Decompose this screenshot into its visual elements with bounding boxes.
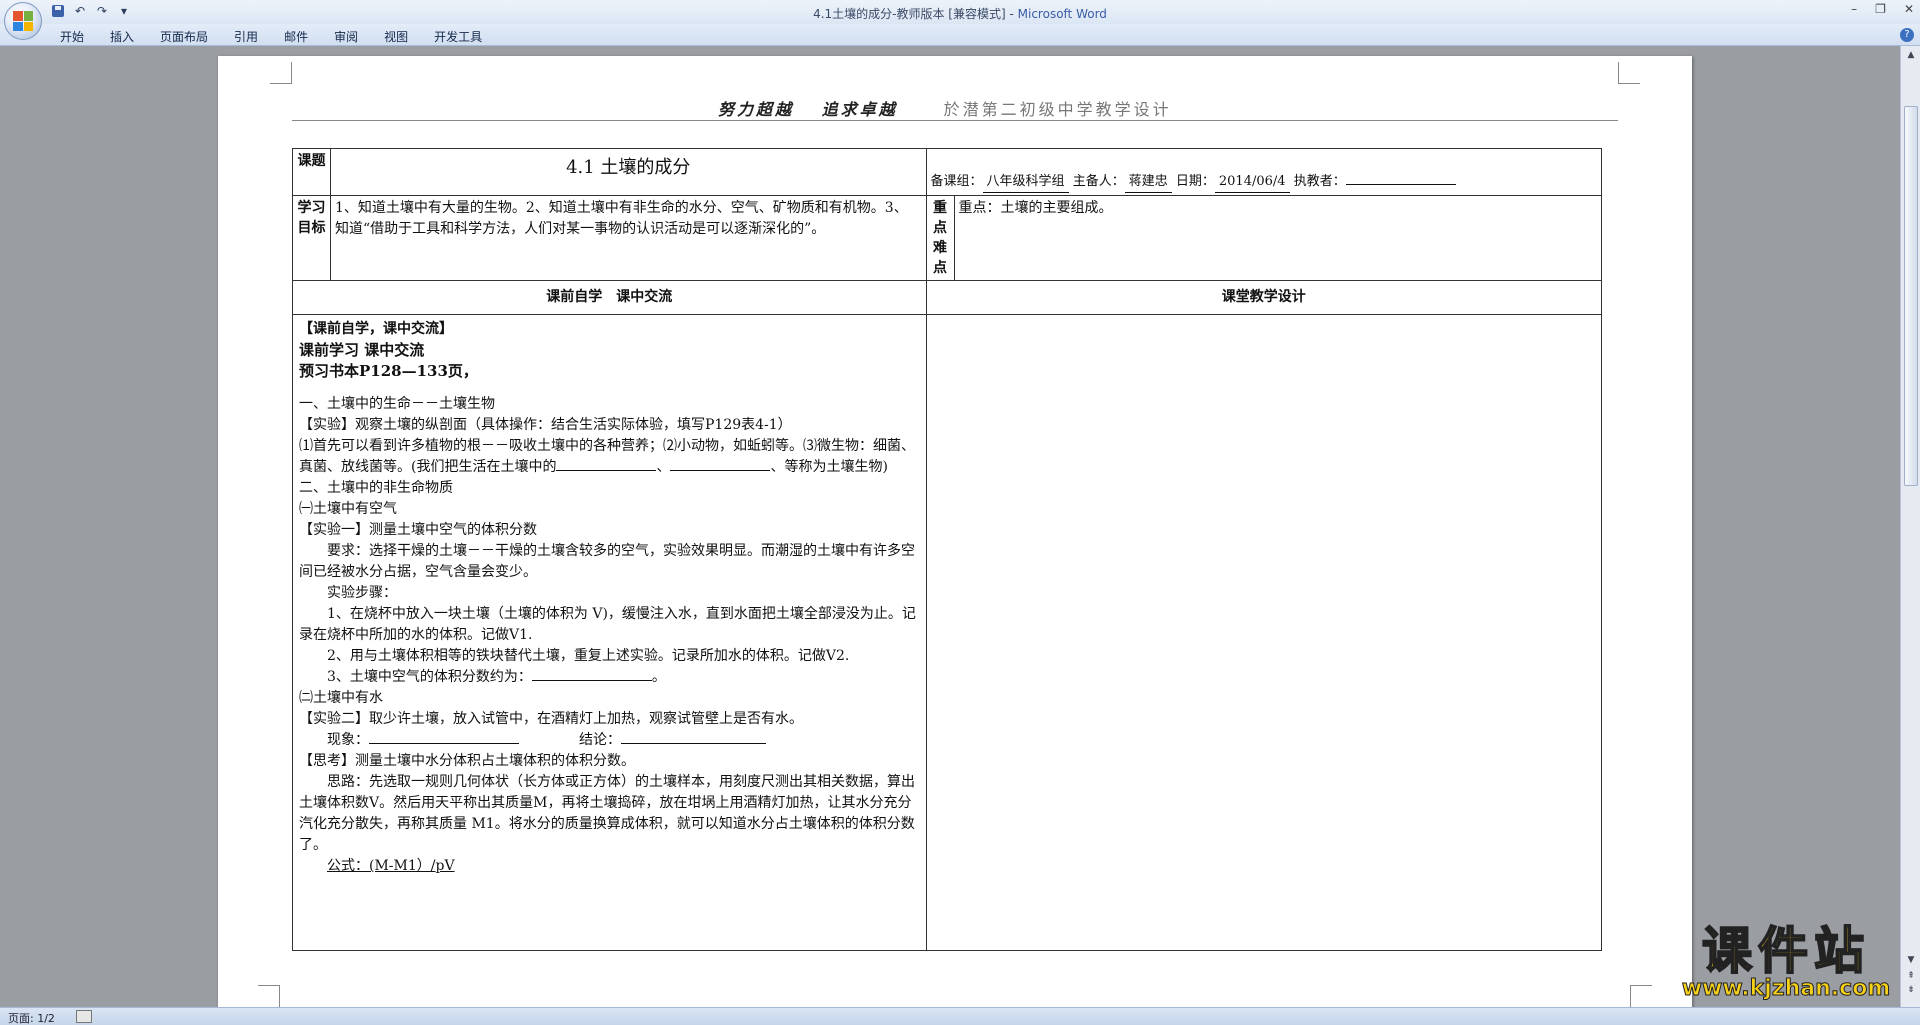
window-controls: – ❐ ✕	[1851, 2, 1914, 16]
goals-label: 学习目标	[292, 195, 331, 281]
left-column-content: 【课前自学，课中交流】 课前学习 课中交流 预习书本P128—133页， 一、土…	[292, 314, 927, 951]
tab-view[interactable]: 视图	[384, 28, 408, 45]
content-segment: 、	[656, 459, 671, 475]
right-column-heading: 课堂教学设计	[925, 280, 1603, 315]
close-button[interactable]: ✕	[1904, 2, 1914, 16]
page-count[interactable]: 页面: 1/2	[8, 1010, 55, 1025]
teacher-value	[1345, 184, 1456, 185]
title-bar: ↶ ↷ ▾ 4.1土壤的成分-教师版本 [兼容模式] - Microsoft W…	[0, 0, 1920, 24]
goals-text: 1、知道土壤中有大量的生物。2、知道土壤中有非生命的水分、空气、矿物质和有机物。…	[329, 195, 927, 281]
lesson-plan-table: 课题 4.1 土壤的成分 备课组： 八年级科学组 主备人： 蒋建忠 日期： 2014/…	[292, 148, 1603, 951]
content-line: ⑴首先可以看到许多植物的根－－吸收土壤中的各种营养；⑵小动物，如蚯蚓等。⑶微生物…	[299, 436, 920, 478]
key-label: 重点难点	[925, 195, 955, 281]
watermark-url: www.kjzhan.com	[1681, 976, 1891, 1001]
crop-mark	[270, 62, 292, 84]
document-title: 4.1土壤的成分-教师版本 [兼容模式] -	[813, 7, 1018, 21]
tab-mailings[interactable]: 邮件	[284, 28, 308, 45]
table-row: 【课前自学，课中交流】 课前学习 课中交流 预习书本P128—133页， 一、土…	[292, 314, 1603, 951]
tab-review[interactable]: 审阅	[334, 28, 358, 45]
content-line: 3、土壤中空气的体积分数约为： 。	[299, 667, 920, 688]
content-line: 【实验二】取少许土壤，放入试管中，在酒精灯上加热，观察试管壁上是否有水。	[299, 711, 803, 727]
topic-label: 课题	[292, 148, 331, 196]
lesson-title: 4.1 土壤的成分	[329, 148, 927, 196]
content-line: 实验步骤：	[327, 585, 397, 601]
left-column-heading: 课前自学 课中交流	[292, 280, 927, 315]
content-line: ㈠土壤中有空气	[299, 501, 397, 517]
crop-mark	[1618, 62, 1640, 84]
scroll-thumb[interactable]	[1904, 106, 1918, 486]
ribbon-tabs: 开始 插入 页面布局 引用 邮件 审阅 视图 开发工具	[60, 28, 482, 45]
page-header: 努力超越 追求卓越 於潜第二初级中学教学设计	[718, 96, 1172, 120]
date-label: 日期：	[1175, 174, 1215, 189]
table-row: 课题 4.1 土壤的成分 备课组： 八年级科学组 主备人： 蒋建忠 日期： 2014/…	[292, 148, 1603, 196]
content-line: 【实验】观察土壤的纵剖面（具体操作：结合生活实际体验，填写P129表4-1）	[299, 417, 792, 433]
header-motto: 努力超越 追求卓越	[718, 100, 898, 119]
tab-developer[interactable]: 开发工具	[434, 28, 482, 45]
tab-home[interactable]: 开始	[60, 28, 84, 45]
tab-insert[interactable]: 插入	[110, 28, 134, 45]
content-line: 思路：先选取一规则几何体状（长方体或正方体）的土壤样本，用刻度尺测出其相关数据，…	[299, 774, 915, 853]
content-line: 【思考】测量土壤中水分体积占土壤体积的体积分数。	[299, 753, 635, 769]
status-bar: 页面: 1/2	[0, 1007, 1920, 1025]
content-line: 预习书本P128—133页，	[299, 362, 478, 380]
app-name: Microsoft Word	[1017, 7, 1107, 21]
table-row: 课前自学 课中交流 课堂教学设计	[292, 280, 1603, 315]
prep-group-value: 八年级科学组	[982, 171, 1069, 193]
content-line: 2、用与土壤体积相等的铁块替代土壤，重复上述实验。记录所加水的体积。记做V2.	[327, 648, 850, 664]
content-segment: 3、土壤中空气的体积分数约为：	[327, 669, 532, 685]
window-title: 4.1土壤的成分-教师版本 [兼容模式] - Microsoft Word	[0, 5, 1920, 22]
content-line: 公式：(M-M1）/pV	[327, 858, 455, 874]
fill-blank	[556, 470, 657, 471]
content-segment: 现象：	[327, 732, 369, 748]
document-page: 努力超越 追求卓越 於潜第二初级中学教学设计 课题 4.1 土壤的成分 备课组：八…	[218, 56, 1692, 1007]
tab-references[interactable]: 引用	[234, 28, 258, 45]
header-school: 於潜第二初级中学教学设计	[943, 100, 1172, 119]
content-line: 【实验一】测量土壤中空气的体积分数	[299, 522, 537, 538]
right-column-content[interactable]	[925, 314, 1603, 951]
proofing-icon[interactable]	[76, 1010, 92, 1023]
content-segment: 、等称为土壤生物)	[770, 459, 888, 475]
lead-label: 主备人：	[1072, 174, 1125, 189]
content-line: 要求：选择干燥的土壤－－干燥的土壤含较多的空气，实验效果明显。而潮湿的土壤中有许…	[299, 543, 915, 580]
fill-blank	[670, 470, 771, 471]
previous-page-icon[interactable]: ⇞	[1905, 971, 1917, 983]
ribbon: 开始 插入 页面布局 引用 邮件 审阅 视图 开发工具 ?	[0, 24, 1920, 46]
teacher-label: 执教者：	[1293, 174, 1346, 189]
tab-page-layout[interactable]: 页面布局	[160, 28, 208, 45]
table-row: 学习目标 1、知道土壤中有大量的生物。2、知道土壤中有非生命的水分、空气、矿物质…	[292, 195, 1603, 281]
content-line: 【课前自学，课中交流】	[299, 321, 453, 337]
scroll-down-icon[interactable]: ▼	[1905, 955, 1917, 967]
date-value: 2014/06/4	[1214, 171, 1290, 193]
vertical-scrollbar[interactable]: ▲ ▼ ⇞ ⇟	[1900, 46, 1920, 1007]
prep-group-label: 备课组：	[930, 174, 983, 189]
help-icon[interactable]: ?	[1900, 28, 1914, 42]
office-button[interactable]	[4, 2, 42, 40]
content-segment: 。	[651, 669, 666, 685]
crop-mark	[1630, 985, 1652, 1007]
minimize-button[interactable]: –	[1851, 2, 1857, 16]
content-line: 现象： 结论：	[299, 730, 920, 751]
content-line: 一、土壤中的生命－－土壤生物	[299, 396, 495, 412]
content-line: 课前学习 课中交流	[299, 341, 425, 359]
content-line: 二、土壤中的非生命物质	[299, 480, 453, 496]
crop-mark	[258, 985, 280, 1007]
content-line: 1、在烧杯中放入一块土壤（土壤的体积为 V)，缓慢注入水，直到水面把土壤全部浸没…	[299, 606, 916, 643]
header-divider	[292, 120, 1618, 121]
restore-button[interactable]: ❐	[1875, 2, 1886, 16]
fill-blank	[531, 680, 652, 681]
office-logo-icon	[13, 11, 33, 31]
content-line: ㈡土壤中有水	[299, 690, 383, 706]
prep-info: 备课组： 八年级科学组 主备人： 蒋建忠 日期： 2014/06/4 执教者：	[925, 148, 1603, 196]
watermark-logo: 课件站 www.kjzhan.com	[1672, 922, 1900, 1004]
watermark-text: 课件站	[1701, 922, 1870, 980]
lead-value: 蒋建忠	[1124, 171, 1172, 193]
scroll-up-icon[interactable]: ▲	[1905, 50, 1917, 62]
fill-blank	[621, 743, 766, 744]
fill-blank	[369, 743, 519, 744]
document-area: 努力超越 追求卓越 於潜第二初级中学教学设计 课题 4.1 土壤的成分 备课组：八…	[0, 46, 1900, 1007]
key-text: 重点：土壤的主要组成。	[953, 195, 1603, 281]
next-page-icon[interactable]: ⇟	[1905, 985, 1917, 997]
content-segment: 结论：	[579, 732, 621, 748]
